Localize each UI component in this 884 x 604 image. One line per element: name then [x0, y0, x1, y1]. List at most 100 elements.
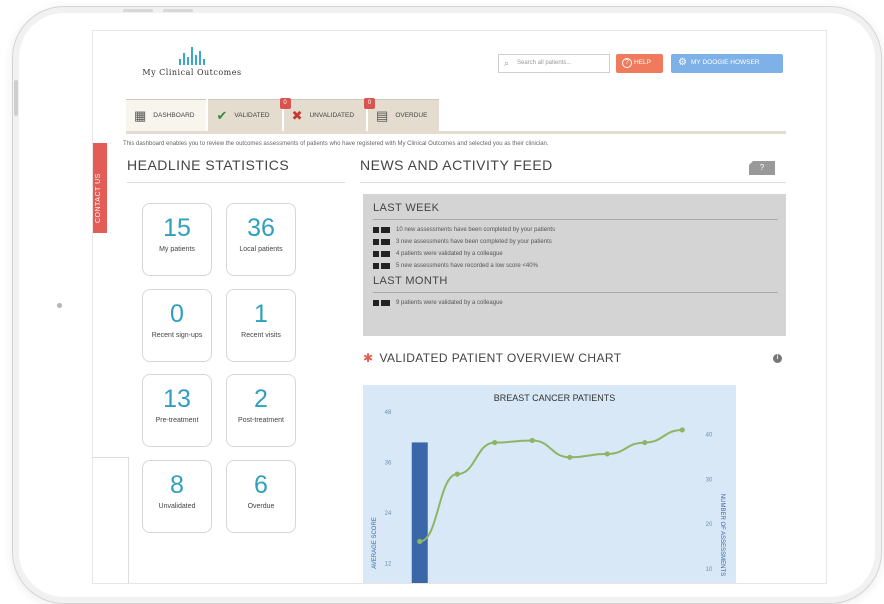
chart-point [679, 427, 685, 433]
chart-point [492, 439, 498, 446]
list-lines-icon [381, 251, 390, 257]
chart-bar [411, 442, 428, 583]
activity-feed: LAST WEEK 10 new assessments have been c… [363, 194, 786, 336]
stat-label: Post-treatment [238, 417, 284, 424]
user-label: MY DOOGIE HOWSER [691, 59, 760, 66]
y2-tick-label: 10 [706, 567, 713, 573]
chart-point [529, 437, 535, 444]
y2-tick-label: 40 [706, 432, 713, 438]
info-icon[interactable]: i [773, 354, 782, 363]
tab-bar: ▦ DASHBOARD ✔ VALIDATED 0 ✖ UNVALIDATED … [126, 98, 440, 131]
tab-label: VALIDATED [234, 112, 270, 119]
contact-label: CONTACT US [95, 173, 102, 223]
list-bullet-icon [373, 239, 379, 245]
stat-value: 1 [254, 300, 268, 328]
stat-value: 13 [163, 385, 191, 413]
chart-point [604, 451, 610, 457]
chart-svg: BREAST CANCER PATIENTS 12 24 36 48 10 20 30 40 AV… [372, 393, 725, 583]
stat-label: Overdue [247, 503, 275, 510]
feed-section-heading: LAST WEEK [373, 202, 778, 220]
logo-text: My Clinical Outcomes [142, 68, 242, 77]
chart-point [567, 454, 573, 460]
camera-dot [57, 303, 62, 308]
feed-item-text: 5 new assessments have recorded a low sc… [396, 263, 538, 269]
list-bullet-icon [373, 300, 379, 306]
calendar-icon: ▤ [376, 107, 389, 123]
y2-tick-label: 30 [706, 477, 713, 483]
count-badge: 0 [279, 98, 291, 109]
y-tick-label: 12 [385, 562, 392, 568]
tab-unvalidated[interactable]: 0 ✖ UNVALIDATED [279, 98, 367, 131]
logo-bars-icon [117, 45, 267, 65]
chart-line [419, 428, 683, 543]
stat-card[interactable]: 6 Overdue [226, 460, 296, 533]
list-lines-icon [381, 239, 390, 245]
feed-item: 9 patients were validated by a colleague [373, 300, 778, 306]
user-warning-icon: ✖ [291, 107, 303, 123]
list-lines-icon [381, 300, 390, 306]
y-tick-label: 48 [385, 410, 392, 416]
volume-button [14, 80, 18, 116]
hardware-button [163, 9, 193, 12]
feed-item-text: 9 patients were validated by a colleague [396, 300, 503, 306]
feed-item-text: 3 new assessments have been completed by… [396, 239, 552, 245]
help-icon: ? [622, 58, 632, 68]
intro-text: This dashboard enables you to review the… [123, 141, 549, 147]
search-input[interactable]: ⌕ Search all patients... [498, 54, 610, 73]
stat-label: Local patients [239, 246, 283, 253]
search-placeholder: Search all patients... [517, 60, 572, 66]
stat-value: 6 [254, 471, 268, 499]
stat-label: Unvalidated [158, 503, 196, 510]
stat-value: 2 [254, 385, 268, 413]
stat-label: Recent visits [241, 332, 281, 339]
chart-section-title-text: VALIDATED PATIENT OVERVIEW CHART [379, 351, 622, 365]
count-badge: 0 [364, 98, 376, 109]
feed-item: 10 new assessments have been completed b… [373, 227, 778, 233]
side-panel-edge [93, 457, 129, 583]
y2-axis-label: NUMBER OF ASSESSMENTS [719, 494, 725, 576]
user-check-icon: ✔ [216, 107, 228, 123]
y-tick-label: 24 [385, 511, 392, 517]
headline-statistics-title: HEADLINE STATISTICS [127, 157, 345, 183]
gear-icon: ⚙ [678, 57, 687, 68]
stat-card[interactable]: 13 Pre-treatment [142, 374, 212, 447]
stat-card[interactable]: 0 Recent sign-ups [142, 289, 212, 362]
gear-icon: ✱ [363, 351, 374, 365]
list-lines-icon [381, 263, 390, 269]
tab-label: OVERDUE [395, 112, 428, 119]
stat-label: Pre-treatment [155, 417, 199, 424]
feed-item: 4 patients were validated by a colleague [373, 251, 778, 257]
list-bullet-icon [373, 227, 379, 233]
user-menu-button[interactable]: ⚙ MY DOOGIE HOWSER [671, 54, 783, 73]
news-help-icon[interactable]: ? [749, 161, 775, 175]
stat-label: Recent sign-ups [151, 332, 203, 339]
tab-underline [126, 131, 786, 134]
tab-label: UNVALIDATED [309, 112, 355, 119]
chart: BREAST CANCER PATIENTS 12 24 36 48 10 20 30 40 AV… [363, 385, 736, 583]
tab-validated[interactable]: ✔ VALIDATED [208, 99, 282, 131]
stat-card[interactable]: 2 Post-treatment [226, 374, 296, 447]
contact-us-tab[interactable]: CONTACT US [93, 143, 107, 233]
chart-title: BREAST CANCER PATIENTS [494, 393, 616, 403]
tab-label: DASHBOARD [153, 112, 195, 119]
help-button[interactable]: ? HELP [616, 54, 663, 73]
logo[interactable]: My Clinical Outcomes [117, 45, 267, 77]
news-feed-title: NEWS AND ACTIVITY FEED [360, 157, 786, 183]
stat-card[interactable]: 8 Unvalidated [142, 460, 212, 533]
stat-card[interactable]: 15 My patients [142, 203, 212, 276]
stat-value: 0 [170, 300, 184, 328]
y2-tick-label: 20 [706, 522, 713, 528]
list-bullet-icon [373, 263, 379, 269]
chart-point [454, 471, 460, 477]
chart-point [642, 439, 648, 446]
stat-card[interactable]: 36 Local patients [226, 203, 296, 276]
stat-value: 15 [163, 214, 191, 242]
stat-label: My patients [159, 246, 195, 253]
search-icon: ⌕ [504, 58, 510, 68]
tab-overdue[interactable]: 0 ▤ OVERDUE [364, 98, 440, 131]
tab-dashboard[interactable]: ▦ DASHBOARD [126, 99, 207, 131]
feed-section-heading: LAST MONTH [373, 275, 778, 293]
stat-card[interactable]: 1 Recent visits [226, 289, 296, 362]
list-lines-icon [381, 227, 390, 233]
help-label: HELP [634, 59, 651, 66]
